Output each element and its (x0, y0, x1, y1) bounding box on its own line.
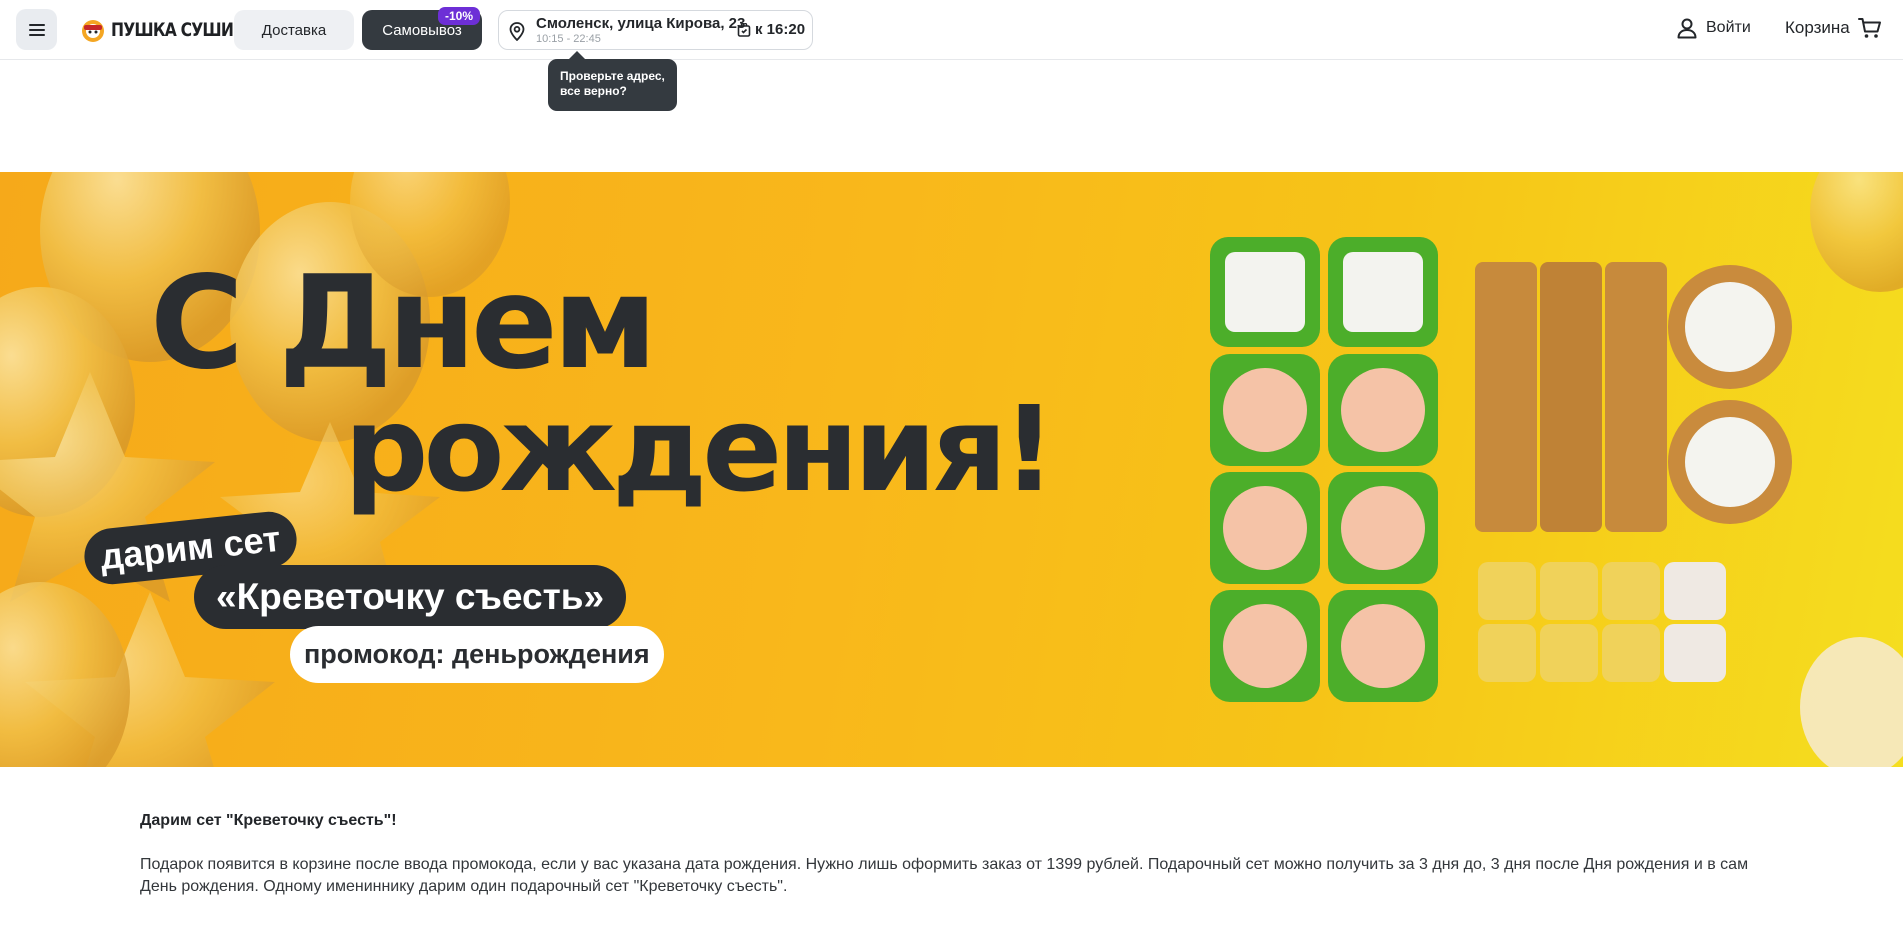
promo-code-label: промокод: деньрождения (290, 626, 664, 683)
banner-title-line-1: С Днем (150, 249, 657, 398)
promo-title: Дарим сет "Креветочку съесть"! (140, 812, 397, 829)
promo-paragraph: Подарок появится в корзине после ввода п… (140, 856, 1749, 895)
small-rolls (1478, 562, 1726, 682)
birthday-promo-banner[interactable]: С Днем рождения! дарим сет «Креветочку с… (0, 172, 1903, 767)
sushi-set-image (1210, 237, 1792, 702)
address-text: Смоленск, улица Кирова, 23 (536, 15, 746, 32)
address-check-tooltip: Проверьте адрес, все верно? (548, 59, 677, 111)
location-pin-icon (509, 22, 525, 41)
cart-icon (1857, 18, 1881, 38)
promo-description: Дарим сет "Креветочку съесть"! Подарок п… (140, 812, 1780, 898)
tempura-rolls (1475, 262, 1792, 532)
banner-title-line-2: рождения! (344, 380, 1056, 518)
site-header: ПУШКА СУШИ Доставка Самовывоз -10% Смоле… (0, 0, 1903, 60)
tooltip-line-1: Проверьте адрес, (560, 69, 665, 83)
address-selector[interactable]: Смоленск, улица Кирова, 23 10:15 - 22:45… (498, 10, 813, 50)
login-label: Войти (1706, 19, 1751, 36)
working-hours: 10:15 - 22:45 (536, 33, 601, 45)
cart-button[interactable]: Корзина (1785, 17, 1882, 39)
ready-time: к 16:20 (737, 21, 805, 38)
pickup-discount-badge: -10% (438, 7, 481, 25)
menu-button[interactable] (16, 9, 57, 50)
set-name-label: «Креветочку съесть» (194, 565, 627, 629)
green-rolls (1210, 237, 1438, 702)
logo[interactable]: ПУШКА СУШИ (80, 16, 260, 44)
hamburger-icon (28, 23, 45, 36)
bag-clock-icon (737, 22, 751, 37)
tooltip-line-2: все верно? (560, 84, 627, 98)
logo-text: ПУШКА СУШИ (111, 19, 234, 41)
delivery-button[interactable]: Доставка (234, 10, 354, 50)
login-button[interactable]: Войти (1676, 17, 1751, 39)
logo-mascot-icon (82, 20, 104, 42)
user-icon (1677, 18, 1697, 39)
cart-label: Корзина (1785, 18, 1850, 37)
ready-time-text: к 16:20 (755, 21, 806, 38)
